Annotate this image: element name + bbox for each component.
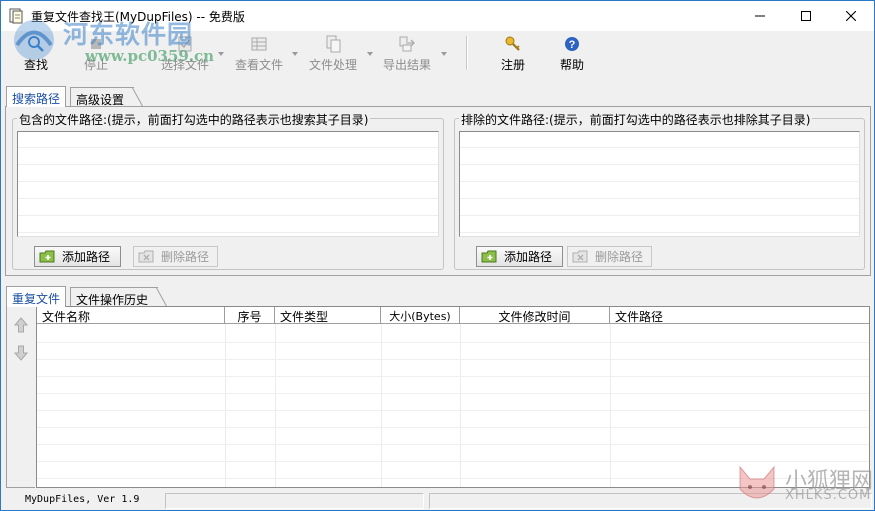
watermark-fox-url: XHLKS.COM <box>785 488 872 503</box>
maximize-icon <box>801 11 811 21</box>
export-button[interactable]: 导出结果 <box>381 35 433 75</box>
status-panel <box>165 493 424 509</box>
exclude-add-path-button[interactable]: 添加路径 <box>476 246 563 267</box>
view-file-dropdown-icon[interactable] <box>292 52 298 56</box>
watermark-logo <box>14 20 54 60</box>
file-process-label: 文件处理 <box>308 58 357 72</box>
close-button[interactable] <box>828 1 874 31</box>
include-delete-path-button[interactable]: 删除路径 <box>133 246 218 267</box>
watermark-url: www.pc0359.cn <box>85 47 215 65</box>
exclude-paths-legend: 排除的文件路径:(提示，前面打勾选中的路径表示也排除其子目录) <box>459 111 813 128</box>
exclude-paths-list[interactable] <box>459 131 860 237</box>
toolbar-separator <box>466 36 468 70</box>
register-label: 注册 <box>500 58 525 72</box>
close-icon <box>846 11 856 21</box>
view-file-label: 查看文件 <box>234 58 283 72</box>
include-delete-path-label: 删除路径 <box>161 250 210 264</box>
export-dropdown-icon[interactable] <box>441 52 447 56</box>
tab-edge <box>132 87 144 107</box>
tab-advanced-settings[interactable]: 高级设置 <box>70 87 134 107</box>
add-folder-icon <box>39 250 55 263</box>
exclude-paths-group: 排除的文件路径:(提示，前面打勾选中的路径表示也排除其子目录) 添加路径 删除路… <box>454 111 865 270</box>
tab-edge <box>156 287 168 307</box>
column-header-label: 大小(Bytes) <box>389 310 451 323</box>
key-icon <box>505 36 520 51</box>
include-add-path-button[interactable]: 添加路径 <box>34 246 121 267</box>
file-process-icon <box>326 35 341 53</box>
export-icon <box>399 36 415 52</box>
file-process-button[interactable]: 文件处理 <box>307 35 359 75</box>
column-header-label: 文件修改时间 <box>498 310 571 324</box>
export-label: 导出结果 <box>382 58 431 72</box>
column-header-label: 文件路径 <box>615 310 664 324</box>
column-header-label: 文件类型 <box>280 310 329 324</box>
column-header-index[interactable]: 序号 <box>225 307 275 324</box>
svg-text:?: ? <box>569 39 576 51</box>
include-paths-group: 包含的文件路径:(提示，前面打勾选中的路径表示也搜索其子目录) 添加路径 删除路… <box>12 111 444 270</box>
minimize-button[interactable] <box>737 1 783 31</box>
column-header-size[interactable]: 大小(Bytes) <box>381 307 460 324</box>
tab-duplicate-files[interactable]: 重复文件 <box>6 286 66 307</box>
tab-search-paths-label: 搜索路径 <box>12 92 61 106</box>
file-process-dropdown-icon[interactable] <box>367 52 373 56</box>
select-files-dropdown-icon[interactable] <box>218 52 224 56</box>
reorder-strip <box>6 306 35 488</box>
column-header-file-type[interactable]: 文件类型 <box>275 307 381 324</box>
delete-folder-icon <box>572 250 588 263</box>
register-button[interactable]: 注册 <box>498 35 528 75</box>
exclude-add-path-label: 添加路径 <box>504 250 553 264</box>
tab-search-paths[interactable]: 搜索路径 <box>6 86 66 107</box>
help-icon: ? <box>565 37 579 51</box>
column-header-label: 序号 <box>237 310 262 324</box>
help-label: 帮助 <box>559 58 584 72</box>
column-header-file-path[interactable]: 文件路径 <box>610 307 869 324</box>
search-paths-panel: 包含的文件路径:(提示，前面打勾选中的路径表示也搜索其子目录) 添加路径 删除路… <box>5 106 871 276</box>
view-file-icon <box>251 37 267 51</box>
tab-file-history[interactable]: 文件操作历史 <box>70 287 158 307</box>
column-header-file-name[interactable]: 文件名称 <box>37 307 225 324</box>
include-paths-list[interactable] <box>17 131 439 237</box>
fox-logo <box>739 465 775 499</box>
include-paths-legend: 包含的文件路径:(提示，前面打勾选中的路径表示也搜索其子目录) <box>17 111 371 128</box>
table-header: 文件名称 序号 文件类型 大小(Bytes) 文件修改时间 文件路径 <box>37 307 869 324</box>
maximize-button[interactable] <box>783 1 829 31</box>
watermark-name: 河东软件园 <box>63 20 194 49</box>
move-up-icon[interactable] <box>14 317 28 333</box>
app-window: 重复文件查找王(MyDupFiles) -- 免费版 查找 停止 选择文件 查看… <box>0 0 875 511</box>
tab-duplicate-files-label: 重复文件 <box>12 292 61 306</box>
tab-advanced-settings-label: 高级设置 <box>76 93 125 107</box>
exclude-delete-path-button[interactable]: 删除路径 <box>567 246 652 267</box>
delete-folder-icon <box>138 250 154 263</box>
column-header-label: 文件名称 <box>42 310 91 324</box>
help-button[interactable]: ? 帮助 <box>557 35 587 75</box>
add-folder-icon <box>481 250 497 263</box>
move-down-icon[interactable] <box>14 345 28 361</box>
include-add-path-label: 添加路径 <box>62 250 111 264</box>
minimize-icon <box>755 15 765 17</box>
duplicate-files-table[interactable]: 文件名称 序号 文件类型 大小(Bytes) 文件修改时间 文件路径 <box>36 306 870 488</box>
view-file-button[interactable]: 查看文件 <box>233 35 285 75</box>
status-version: MyDupFiles, Ver 1.9 <box>25 494 140 505</box>
exclude-delete-path-label: 删除路径 <box>595 250 644 264</box>
tab-file-history-label: 文件操作历史 <box>76 293 149 307</box>
column-header-modified-time[interactable]: 文件修改时间 <box>460 307 610 324</box>
